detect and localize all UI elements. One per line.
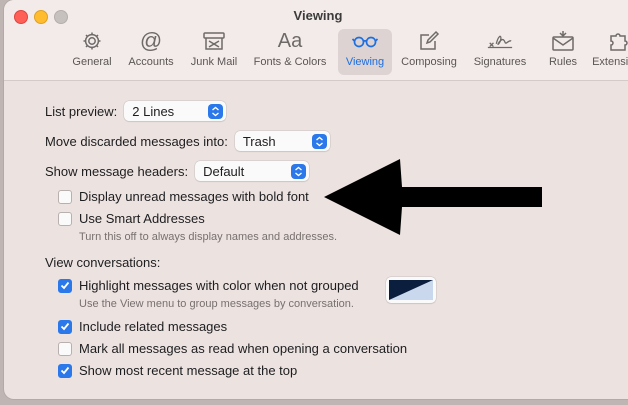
checkmark-icon [60,366,70,375]
show-headers-value: Default [203,163,245,179]
tab-extensions-label: Extensions [592,56,628,68]
move-discarded-value: Trash [242,133,276,149]
list-preview-popup[interactable]: 2 Lines [124,101,227,121]
compose-icon [415,29,443,53]
tab-fonts-colors-label: Fonts & Colors [253,56,327,68]
fonts-icon: Aa [277,30,303,52]
checkmark-icon [60,322,70,331]
most-recent-top-label: Show most recent message at the top [79,363,298,378]
tab-junk-mail-label: Junk Mail [190,56,238,68]
tab-general[interactable]: General [70,29,114,75]
tab-accounts-label: Accounts [128,56,174,68]
mark-all-read-row: Mark all messages as read when opening a… [58,341,407,356]
bold-unread-label: Display unread messages with bold font [79,189,309,204]
annotation-arrow-icon [324,159,542,235]
tab-junk-mail[interactable]: Junk Mail [188,29,240,75]
view-conversations-label: View conversations: [45,255,161,270]
checkmark-icon [60,281,70,290]
tab-fonts-colors[interactable]: Aa Fonts & Colors [250,29,330,75]
smart-addresses-checkbox[interactable] [58,211,72,226]
smart-addresses-label: Use Smart Addresses [79,211,205,226]
rules-icon [549,29,577,53]
show-headers-popup[interactable]: Default [195,161,310,181]
mark-all-read-label: Mark all messages as read when opening a… [79,341,408,356]
chevron-updown-icon [208,103,224,119]
highlight-color-checkbox[interactable] [58,278,72,293]
smart-addresses-row: Use Smart Addresses [58,211,205,226]
viewing-settings-pane: List preview: 2 Lines Move discarded mes… [4,81,628,399]
at-sign-icon: @ [139,28,163,53]
move-discarded-popup[interactable]: Trash [234,131,330,151]
signature-icon [486,29,514,53]
color-swatch [389,280,433,300]
view-conversations-heading: View conversations: [45,255,160,270]
window-title: Viewing [293,8,343,23]
include-related-checkbox[interactable] [58,319,72,334]
most-recent-top-row: Show most recent message at the top [58,363,297,378]
show-headers-row: Show message headers: Default [45,161,310,181]
list-preview-value: 2 Lines [132,103,175,119]
most-recent-top-checkbox[interactable] [58,363,72,378]
tab-accounts[interactable]: @ Accounts [124,29,178,75]
bold-unread-row: Display unread messages with bold font [58,189,309,204]
tab-general-label: General [72,56,112,68]
mark-all-read-checkbox[interactable] [58,341,72,356]
highlight-color-label: Highlight messages with color when not g… [79,278,359,293]
tab-rules-label: Rules [548,56,578,68]
move-discarded-row: Move discarded messages into: Trash [45,131,330,151]
highlight-color-row: Highlight messages with color when not g… [58,278,359,293]
highlight-color-help: Use the View menu to group messages by c… [79,298,354,310]
title-bar: Viewing General @ Accounts Junk Mail Aa … [4,0,628,81]
puzzle-icon [605,29,628,53]
chevron-updown-icon [291,163,307,179]
include-related-row: Include related messages [58,319,227,334]
tab-rules[interactable]: Rules [544,29,582,75]
glasses-icon [351,29,379,53]
list-preview-row: List preview: 2 Lines [45,101,227,121]
junk-mail-icon [200,29,228,53]
bold-unread-checkbox[interactable] [58,189,72,204]
tab-viewing[interactable]: Viewing [338,29,392,75]
smart-addresses-help: Turn this off to always display names an… [79,231,338,243]
tab-signatures-label: Signatures [473,56,527,68]
tab-signatures[interactable]: Signatures [470,29,530,75]
tab-viewing-label: Viewing [345,56,385,68]
gear-icon [78,29,106,53]
tab-composing-label: Composing [401,56,457,68]
highlight-color-well[interactable] [386,277,436,303]
tab-extensions[interactable]: Extensions [592,29,628,75]
move-discarded-label: Move discarded messages into: [45,133,228,149]
preferences-window: Viewing General @ Accounts Junk Mail Aa … [4,0,628,399]
list-preview-label: List preview: [45,103,118,119]
chevron-updown-icon [311,133,327,149]
show-headers-label: Show message headers: [45,163,189,179]
include-related-label: Include related messages [79,319,228,334]
tab-composing[interactable]: Composing [398,29,460,75]
